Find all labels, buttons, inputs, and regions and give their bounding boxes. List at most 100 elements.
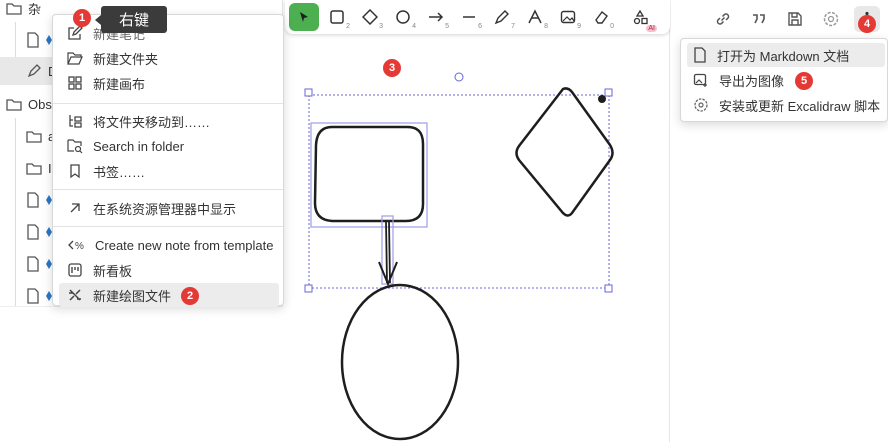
shortcut-label: 8: [544, 23, 548, 30]
menu-item-move-folder[interactable]: 将文件夹移动到……: [59, 109, 279, 133]
tree-folder-row[interactable]: a: [26, 122, 55, 150]
menu-separator: [53, 103, 285, 104]
rounded-rectangle-shape[interactable]: [313, 125, 425, 223]
more-options-menu: 打开为 Markdown 文档 导出为图像 安装或更新 Excalidraw 脚…: [680, 38, 888, 122]
ellipse-shape[interactable]: [340, 283, 460, 441]
file-icon: [27, 256, 39, 272]
group-selection-box[interactable]: [308, 94, 610, 289]
file-icon: [27, 224, 39, 240]
link-button[interactable]: [710, 6, 736, 32]
image-icon: [560, 10, 576, 24]
menu-item-label: 新看板: [93, 263, 133, 279]
menu-item-label: Create new note from template: [95, 237, 274, 253]
diamond-icon: [362, 9, 378, 25]
quote-button[interactable]: [746, 6, 772, 32]
excalidraw-settings-button[interactable]: [818, 6, 844, 32]
svg-text:%: %: [75, 241, 84, 252]
ai-badge: AI: [646, 25, 657, 32]
text-tool[interactable]: 8: [520, 3, 550, 31]
line-icon: [463, 16, 475, 18]
excalidraw-canvas[interactable]: [284, 0, 670, 442]
rectangle-tool[interactable]: 2: [322, 3, 352, 31]
diamond-shape[interactable]: [515, 87, 614, 217]
pencil-tool[interactable]: 7: [487, 3, 517, 31]
right-click-tooltip: 右键: [95, 6, 167, 33]
menu-item-label: 新建文件夹: [93, 51, 159, 67]
arrow-shape[interactable]: [385, 220, 391, 284]
kanban-icon: [68, 263, 82, 277]
step-badge-3: 3: [383, 59, 401, 77]
ellipse-tool[interactable]: 4: [388, 3, 418, 31]
tree-file-row[interactable]: [26, 250, 52, 278]
folder-icon: [26, 131, 42, 143]
menu-item-export-image[interactable]: 导出为图像: [687, 68, 885, 92]
menu-item-new-canvas[interactable]: 新建画布: [59, 71, 279, 95]
step-badge-4: 4: [858, 15, 876, 33]
menu-separator: [53, 189, 285, 190]
shapes-icon: [633, 9, 648, 25]
menu-item-label: 新建画布: [93, 76, 146, 92]
menu-item-label: Search in folder: [93, 138, 185, 154]
template-icon: %: [68, 240, 84, 252]
menu-item-label: 导出为图像: [719, 73, 785, 89]
rotation-handle[interactable]: [454, 72, 464, 82]
folder-search-icon: [67, 139, 83, 154]
menu-item-label: 新建绘图文件: [93, 288, 172, 304]
drawing-layer[interactable]: [284, 0, 670, 442]
tree-folder-row[interactable]: Obs: [6, 90, 52, 118]
excalidraw-toolbar: 2 3 4 5 6 7 8 9 0 AI: [285, 0, 670, 34]
menu-item-show-in-explorer[interactable]: 在系统资源管理器中显示: [59, 196, 279, 220]
menu-item-new-drawing[interactable]: 新建绘图文件: [59, 283, 279, 307]
file-icon: [27, 32, 39, 48]
menu-item-search-in-folder[interactable]: Search in folder: [59, 134, 279, 158]
quote-icon: [753, 14, 765, 24]
tree-file-row-active[interactable]: D: [0, 57, 60, 85]
selection-handle[interactable]: [604, 284, 613, 293]
line-tool[interactable]: 6: [454, 3, 484, 31]
menu-item-label: 打开为 Markdown 文档: [717, 48, 850, 64]
explorer-empty-area: [0, 306, 283, 442]
arrow-up-right-icon: [70, 203, 80, 213]
tree-folder-label: Obs: [28, 96, 52, 112]
menu-item-new-folder[interactable]: 新建文件夹: [59, 46, 279, 70]
tree-folder-row[interactable]: 杂: [6, 0, 41, 22]
folder-open-icon: [67, 52, 83, 65]
folder-icon: [26, 163, 42, 175]
shortcut-label: 0: [610, 23, 614, 30]
menu-item-open-as-markdown[interactable]: 打开为 Markdown 文档: [687, 43, 885, 67]
menu-item-template-note[interactable]: % Create new note from template: [59, 233, 279, 257]
save-icon: [788, 12, 802, 26]
gear-icon: [823, 11, 839, 27]
eraser-tool[interactable]: 0: [586, 3, 616, 31]
folder-context-menu: 新建笔记 新建文件夹 新建画布 将文件夹移动到…… Search in fold…: [52, 14, 285, 307]
step-badge-5: 5: [795, 72, 813, 90]
selection-tool[interactable]: [289, 3, 319, 31]
shortcut-label: 3: [379, 23, 383, 30]
text-icon: [528, 9, 542, 24]
arrow-tool[interactable]: 5: [421, 3, 451, 31]
selection-handle[interactable]: [304, 88, 313, 97]
menu-item-label: 在系统资源管理器中显示: [93, 201, 237, 217]
diamond-tool[interactable]: 3: [355, 3, 385, 31]
image-tool[interactable]: 9: [553, 3, 583, 31]
cursor-icon: [300, 12, 308, 22]
diamond-anchor[interactable]: [598, 95, 606, 103]
tree-file-row[interactable]: [26, 186, 52, 214]
menu-separator: [53, 226, 285, 227]
menu-item-new-note[interactable]: 新建笔记: [59, 21, 279, 45]
menu-item-install-scripts[interactable]: 安装或更新 Excalidraw 脚本: [687, 93, 885, 117]
arrow-icon: [429, 12, 444, 22]
tree-file-row[interactable]: [26, 26, 52, 54]
selection-handle[interactable]: [304, 284, 313, 293]
grid-icon: [68, 76, 82, 90]
bookmark-icon: [70, 164, 80, 179]
save-button[interactable]: [782, 6, 808, 32]
menu-item-bookmark[interactable]: 书签……: [59, 159, 279, 183]
image-export-icon: [693, 73, 707, 87]
tree-file-row[interactable]: [26, 218, 52, 246]
selection-handle[interactable]: [604, 88, 613, 97]
ai-shapes-tool[interactable]: AI: [625, 3, 657, 32]
script-icon: [694, 98, 708, 112]
edit-icon: [68, 25, 83, 40]
menu-item-new-kanban[interactable]: 新看板: [59, 258, 279, 282]
